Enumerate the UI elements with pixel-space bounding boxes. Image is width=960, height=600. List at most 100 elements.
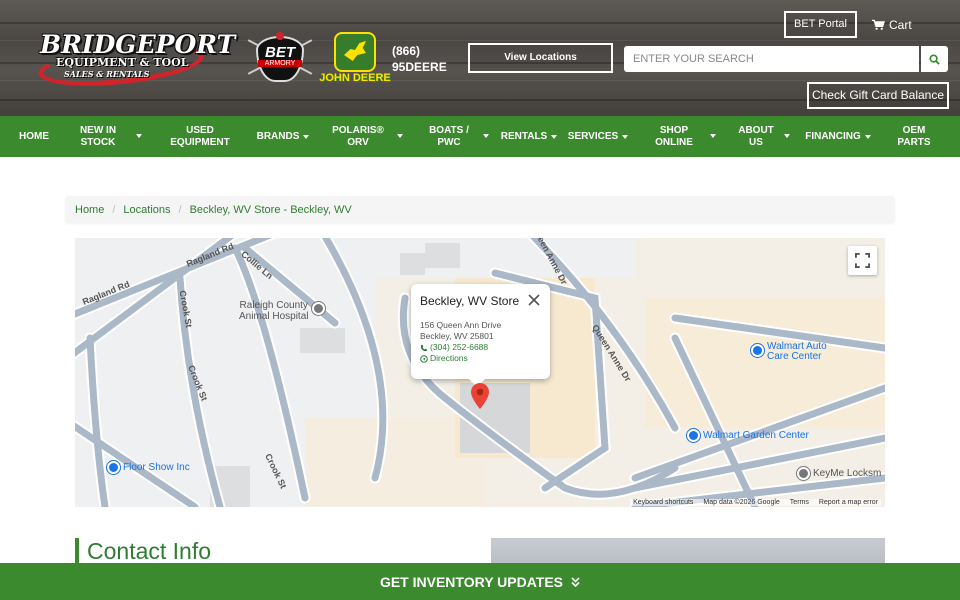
nav-item-shop-online[interactable]: SHOP ONLINE	[648, 116, 700, 157]
info-phone-link[interactable]: (304) 252-6688	[420, 342, 541, 353]
chevron-down-icon[interactable]	[784, 134, 790, 138]
map-info-window: Beckley, WV Store 156 Queen Ann Drive Be…	[411, 284, 550, 387]
map-terms-link[interactable]: Terms	[790, 499, 809, 506]
nav-label: NEW IN STOCK	[79, 124, 117, 148]
map-keyboard-shortcuts[interactable]: Keyboard shortcuts	[633, 499, 693, 506]
poi-floor-show[interactable]: Floor Show Inc	[107, 461, 190, 474]
nav-item-oem-parts[interactable]: OEM PARTS	[890, 116, 938, 157]
breadcrumb-separator: /	[178, 203, 182, 216]
poi-label: Floor Show Inc	[123, 462, 190, 473]
map-footer: Keyboard shortcuts Map data ©2026 Google…	[630, 499, 881, 506]
poi-pin-icon	[751, 344, 764, 357]
breadcrumb: Home / Locations / Beckley, WV Store - B…	[65, 196, 895, 223]
nav-item-about-us[interactable]: ABOUT US	[732, 116, 780, 157]
bridgeport-logo[interactable]: BRIDGEPORT EQUIPMENT & TOOL SALES & RENT…	[36, 28, 235, 93]
info-directions: Directions	[430, 353, 468, 363]
nav-label: FINANCING	[805, 130, 861, 142]
map-report-error-link[interactable]: Report a map error	[819, 499, 878, 506]
info-directions-link[interactable]: Directions	[420, 353, 541, 364]
nav-label: BOATS / PWC	[429, 124, 469, 148]
poi-pin-icon	[687, 429, 700, 442]
nav-item-financing[interactable]: FINANCING	[802, 116, 874, 157]
jd-logo-text: JOHN DEERE	[319, 72, 391, 84]
view-locations-button[interactable]: View Locations	[468, 43, 613, 73]
nav-label: RENTALS	[500, 130, 548, 142]
poi-pin-icon	[797, 467, 810, 480]
breadcrumb-current[interactable]: Beckley, WV Store - Beckley, WV	[190, 204, 352, 216]
chevron-down-icon[interactable]	[136, 134, 142, 138]
map-marker-icon[interactable]	[471, 383, 489, 409]
nav-item-home[interactable]: HOME	[14, 116, 54, 157]
nav-label: SHOP ONLINE	[655, 124, 693, 148]
nav-label: OEM PARTS	[897, 124, 931, 148]
logo-tagline: SALES & RENTALS	[64, 69, 150, 79]
phone-number[interactable]: (866) 95DEERE	[392, 43, 447, 75]
nav-label: USED EQUIPMENT	[170, 124, 230, 148]
nav-label: BRANDS	[256, 130, 300, 142]
nav-item-polaris[interactable]: POLARIS® ORV	[326, 116, 390, 157]
poi-keyme[interactable]: KeyMe Locksm	[797, 467, 881, 480]
phone-line-2: 95DEERE	[392, 60, 447, 74]
bet-logo-subtext: ARMORY	[258, 60, 302, 67]
page: BRIDGEPORT EQUIPMENT & TOOL SALES & RENT…	[0, 0, 960, 600]
address-line: 156 Queen Ann Drive	[420, 320, 502, 330]
nav-item-rentals[interactable]: RENTALS	[498, 116, 560, 157]
chevron-down-icon	[303, 134, 310, 139]
nav-label: SERVICES	[567, 130, 619, 142]
search-input[interactable]	[624, 46, 919, 72]
info-phone: (304) 252-6688	[430, 342, 489, 352]
search-icon	[929, 53, 940, 65]
chevron-down-icon	[551, 134, 558, 139]
fullscreen-button[interactable]	[848, 246, 877, 275]
nav-item-services[interactable]: SERVICES	[566, 116, 630, 157]
logo-brand-text: BRIDGEPORT	[40, 30, 236, 59]
poi-walmart-garden[interactable]: Walmart Garden Center	[687, 429, 809, 442]
chevron-down-icon[interactable]	[397, 134, 403, 138]
nav-label: POLARIS® ORV	[332, 124, 384, 148]
cart-icon	[872, 19, 885, 30]
place-label-line: Animal Hospital	[239, 311, 309, 322]
cart-label: Cart	[889, 18, 912, 32]
nav-item-used-equipment[interactable]: USED EQUIPMENT	[166, 116, 234, 157]
cart-link[interactable]: Cart	[872, 18, 912, 32]
place-label: Raleigh County Animal Hospital	[239, 300, 308, 322]
inventory-updates-bar[interactable]: GET INVENTORY UPDATES	[0, 563, 960, 600]
place-label-line: Raleigh County	[239, 300, 308, 311]
close-icon[interactable]	[528, 294, 540, 306]
breadcrumb-home[interactable]: Home	[75, 204, 104, 216]
directions-icon	[420, 354, 428, 363]
poi-pin-icon	[107, 461, 120, 474]
breadcrumb-separator: /	[112, 203, 116, 216]
inventory-updates-label: GET INVENTORY UPDATES	[379, 573, 564, 590]
poi-label: KeyMe Locksm	[813, 468, 882, 479]
phone-icon	[420, 344, 428, 351]
gift-card-button[interactable]: Check Gift Card Balance	[807, 82, 949, 109]
chevron-down-icon	[864, 134, 871, 139]
double-chevron-down-icon	[571, 576, 580, 587]
john-deere-logo[interactable]: JOHN DEERE	[318, 32, 392, 86]
bet-armory-logo[interactable]: BET ARMORY	[244, 32, 316, 84]
main-nav: HOME NEW IN STOCK USED EQUIPMENT BRANDS …	[0, 116, 960, 157]
nav-label: HOME	[19, 130, 49, 142]
fullscreen-icon	[855, 253, 870, 268]
poi-walmart-auto[interactable]: Walmart Auto Care Center	[751, 342, 827, 362]
nav-item-new-in-stock[interactable]: NEW IN STOCK	[72, 116, 124, 157]
chevron-down-icon	[622, 134, 629, 139]
logo-subtitle: EQUIPMENT & TOOL	[56, 56, 189, 69]
address-line: Beckley, WV 25801	[420, 331, 494, 341]
poi-label: Walmart Auto Care Center	[767, 342, 827, 362]
map-data-attribution: Map data ©2026 Google	[703, 499, 780, 506]
chevron-down-icon[interactable]	[483, 134, 489, 138]
search-button[interactable]	[921, 46, 948, 72]
breadcrumb-locations[interactable]: Locations	[123, 204, 170, 216]
dot-icon	[276, 32, 284, 40]
google-map[interactable]: Ragland Rd Ragland Rd Collie Ln Crook St…	[75, 238, 885, 507]
chevron-down-icon[interactable]	[710, 134, 716, 138]
nav-item-brands[interactable]: BRANDS	[252, 116, 314, 157]
nav-item-boats[interactable]: BOATS / PWC	[421, 116, 477, 157]
poi-label: Walmart Garden Center	[703, 430, 809, 441]
place-pin-icon[interactable]	[312, 302, 325, 315]
info-title: Beckley, WV Store	[420, 294, 520, 308]
bet-portal-button[interactable]: BET Portal	[784, 11, 857, 38]
header: BRIDGEPORT EQUIPMENT & TOOL SALES & RENT…	[0, 0, 960, 116]
